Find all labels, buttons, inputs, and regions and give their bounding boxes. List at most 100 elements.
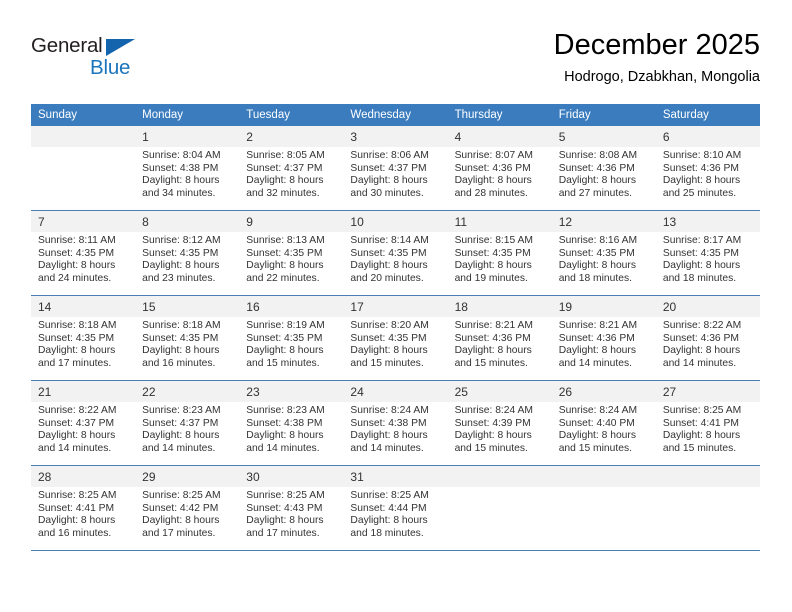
day-details: Sunrise: 8:08 AM Sunset: 4:36 PM Daylight:…: [552, 147, 656, 200]
day-number: 13: [655, 211, 760, 232]
daylight-duration-line2: and 16 minutes.: [142, 357, 216, 369]
daylight-duration-line2: and 14 minutes.: [246, 442, 320, 454]
calendar-day-cell[interactable]: 3 Sunrise: 8:06 AM Sunset: 4:37 PM Daylight…: [343, 126, 448, 211]
day-number: 8: [135, 211, 240, 232]
daylight-duration-line2: and 27 minutes.: [558, 187, 632, 199]
calendar-day-cell[interactable]: 16 Sunrise: 8:19 AM Sunset: 4:35 PM Dayligh…: [239, 295, 344, 381]
day-details: Sunrise: 8:11 AM Sunset: 4:35 PM Daylight:…: [31, 232, 135, 285]
daylight-duration-line1: Daylight: 8 hours: [246, 515, 324, 527]
daylight-duration-line1: Daylight: 8 hours: [246, 345, 324, 357]
daylight-duration-line2: and 25 minutes.: [662, 187, 737, 199]
calendar-day-cell[interactable]: 21 Sunrise: 8:22 AM Sunset: 4:37 PM Dayligh…: [31, 380, 136, 466]
weekday-header-wednesday: Wednesday: [343, 104, 448, 126]
day-number: [447, 466, 552, 487]
weekday-header-friday: Friday: [551, 104, 656, 126]
daylight-duration-line1: Daylight: 8 hours: [350, 345, 428, 357]
sunrise-time: Sunrise: 8:06 AM: [350, 150, 429, 161]
sunset-time: Sunset: 4:36 PM: [558, 162, 635, 174]
calendar-day-cell[interactable]: 5 Sunrise: 8:08 AM Sunset: 4:36 PM Daylight…: [551, 126, 656, 211]
day-number: 23: [239, 381, 344, 402]
calendar-day-cell[interactable]: 18 Sunrise: 8:21 AM Sunset: 4:36 PM Dayligh…: [447, 295, 552, 381]
calendar-day-cell[interactable]: 19 Sunrise: 8:21 AM Sunset: 4:36 PM Dayligh…: [551, 295, 656, 381]
general-blue-logo[interactable]: General Blue: [31, 34, 231, 90]
sunrise-time: Sunrise: 8:19 AM: [246, 320, 325, 331]
day-details: Sunrise: 8:19 AM Sunset: 4:35 PM Daylight:…: [239, 317, 343, 370]
calendar-table: Sunday Monday Tuesday Wednesday Thursday…: [31, 104, 760, 551]
sunrise-time: Sunrise: 8:24 AM: [558, 405, 638, 416]
sunrise-time: Sunrise: 8:08 AM: [558, 150, 638, 161]
calendar-day-cell[interactable]: 17 Sunrise: 8:20 AM Sunset: 4:35 PM Dayligh…: [343, 295, 448, 381]
sunrise-time: Sunrise: 8:24 AM: [350, 405, 429, 416]
sunrise-time: Sunrise: 8:11 AM: [38, 235, 116, 246]
daylight-duration-line1: Daylight: 8 hours: [142, 260, 220, 272]
calendar-day-cell[interactable]: 29 Sunrise: 8:25 AM Sunset: 4:42 PM Dayligh…: [135, 465, 240, 551]
sunrise-time: Sunrise: 8:13 AM: [246, 235, 325, 246]
calendar-day-cell[interactable]: 11 Sunrise: 8:15 AM Sunset: 4:35 PM Dayligh…: [447, 210, 552, 296]
calendar-day-cell[interactable]: 6 Sunrise: 8:10 AM Sunset: 4:36 PM Daylight…: [655, 126, 760, 211]
day-number: 18: [447, 296, 552, 317]
day-details: Sunrise: 8:14 AM Sunset: 4:35 PM Daylight:…: [343, 232, 447, 285]
calendar-day-cell[interactable]: 28 Sunrise: 8:25 AM Sunset: 4:41 PM Dayligh…: [31, 465, 136, 551]
calendar-day-cell[interactable]: 10 Sunrise: 8:14 AM Sunset: 4:35 PM Dayligh…: [343, 210, 448, 296]
calendar-day-cell[interactable]: 24 Sunrise: 8:24 AM Sunset: 4:38 PM Dayligh…: [343, 380, 448, 466]
daylight-duration-line2: and 14 minutes.: [142, 442, 216, 454]
calendar-day-cell[interactable]: 1 Sunrise: 8:04 AM Sunset: 4:38 PM Daylight…: [135, 126, 240, 211]
day-number: 28: [31, 466, 136, 487]
calendar-day-cell[interactable]: 30 Sunrise: 8:25 AM Sunset: 4:43 PM Dayligh…: [239, 465, 344, 551]
sunrise-time: Sunrise: 8:21 AM: [558, 320, 638, 331]
sunset-time: Sunset: 4:37 PM: [142, 417, 219, 429]
calendar-day-cell[interactable]: 14 Sunrise: 8:18 AM Sunset: 4:35 PM Dayligh…: [31, 295, 136, 381]
daylight-duration-line2: and 16 minutes.: [38, 527, 112, 539]
day-details: Sunrise: 8:18 AM Sunset: 4:35 PM Daylight:…: [135, 317, 239, 370]
day-details: Sunrise: 8:23 AM Sunset: 4:37 PM Daylight:…: [135, 402, 239, 455]
calendar-day-cell[interactable]: 23 Sunrise: 8:23 AM Sunset: 4:38 PM Dayligh…: [239, 380, 344, 466]
daylight-duration-line1: Daylight: 8 hours: [558, 345, 636, 357]
day-details: Sunrise: 8:06 AM Sunset: 4:37 PM Daylight:…: [343, 147, 447, 200]
day-number: 26: [551, 381, 656, 402]
calendar-week-row: 28 Sunrise: 8:25 AM Sunset: 4:41 PM Dayligh…: [31, 465, 760, 551]
day-number: 4: [447, 126, 552, 147]
calendar-day-cell[interactable]: 9 Sunrise: 8:13 AM Sunset: 4:35 PM Daylight…: [239, 210, 344, 296]
sunrise-time: Sunrise: 8:18 AM: [38, 320, 117, 331]
weekday-header-thursday: Thursday: [447, 104, 552, 126]
sunset-time: Sunset: 4:41 PM: [662, 417, 739, 429]
calendar-day-cell[interactable]: 31 Sunrise: 8:25 AM Sunset: 4:44 PM Dayligh…: [343, 465, 448, 551]
daylight-duration-line1: Daylight: 8 hours: [558, 430, 636, 442]
day-number: 24: [343, 381, 448, 402]
calendar-cell-empty: [447, 465, 552, 551]
calendar-day-cell[interactable]: 27 Sunrise: 8:25 AM Sunset: 4:41 PM Dayligh…: [655, 380, 760, 466]
calendar-day-cell[interactable]: 25 Sunrise: 8:24 AM Sunset: 4:39 PM Dayligh…: [447, 380, 552, 466]
day-number: 5: [551, 126, 656, 147]
sunset-time: Sunset: 4:35 PM: [142, 332, 219, 344]
sunrise-time: Sunrise: 8:12 AM: [142, 235, 221, 246]
sunrise-time: Sunrise: 8:21 AM: [454, 320, 533, 331]
calendar-day-cell[interactable]: 22 Sunrise: 8:23 AM Sunset: 4:37 PM Dayligh…: [135, 380, 240, 466]
sunset-time: Sunset: 4:42 PM: [142, 502, 219, 514]
sunrise-time: Sunrise: 8:10 AM: [662, 150, 742, 161]
calendar-day-cell[interactable]: 12 Sunrise: 8:16 AM Sunset: 4:35 PM Dayligh…: [551, 210, 656, 296]
day-number: 12: [551, 211, 656, 232]
sunrise-time: Sunrise: 8:23 AM: [142, 405, 221, 416]
daylight-duration-line1: Daylight: 8 hours: [454, 260, 532, 272]
calendar-day-cell[interactable]: 13 Sunrise: 8:17 AM Sunset: 4:35 PM Dayligh…: [655, 210, 760, 296]
sunrise-time: Sunrise: 8:04 AM: [142, 150, 221, 161]
calendar-day-cell[interactable]: 4 Sunrise: 8:07 AM Sunset: 4:36 PM Daylight…: [447, 126, 552, 211]
day-details: Sunrise: 8:15 AM Sunset: 4:35 PM Daylight:…: [448, 232, 552, 285]
daylight-duration-line2: and 18 minutes.: [662, 272, 737, 284]
daylight-duration-line1: Daylight: 8 hours: [662, 430, 741, 442]
daylight-duration-line2: and 18 minutes.: [558, 272, 632, 284]
daylight-duration-line2: and 15 minutes.: [454, 442, 528, 454]
calendar-day-cell[interactable]: 20 Sunrise: 8:22 AM Sunset: 4:36 PM Dayligh…: [655, 295, 760, 381]
sunrise-time: Sunrise: 8:05 AM: [246, 150, 325, 161]
day-details: Sunrise: 8:05 AM Sunset: 4:37 PM Daylight:…: [239, 147, 343, 200]
calendar-day-cell[interactable]: 15 Sunrise: 8:18 AM Sunset: 4:35 PM Dayligh…: [135, 295, 240, 381]
calendar-day-cell[interactable]: 7 Sunrise: 8:11 AM Sunset: 4:35 PM Daylight…: [31, 210, 136, 296]
calendar-day-cell[interactable]: 26 Sunrise: 8:24 AM Sunset: 4:40 PM Dayligh…: [551, 380, 656, 466]
sunset-time: Sunset: 4:41 PM: [38, 502, 115, 514]
calendar-day-cell[interactable]: 8 Sunrise: 8:12 AM Sunset: 4:35 PM Daylight…: [135, 210, 240, 296]
day-number: 22: [135, 381, 240, 402]
calendar-day-cell[interactable]: 2 Sunrise: 8:05 AM Sunset: 4:37 PM Daylight…: [239, 126, 344, 211]
daylight-duration-line1: Daylight: 8 hours: [350, 175, 428, 187]
day-details: Sunrise: 8:23 AM Sunset: 4:38 PM Daylight:…: [239, 402, 343, 455]
sunset-time: Sunset: 4:35 PM: [246, 332, 323, 344]
